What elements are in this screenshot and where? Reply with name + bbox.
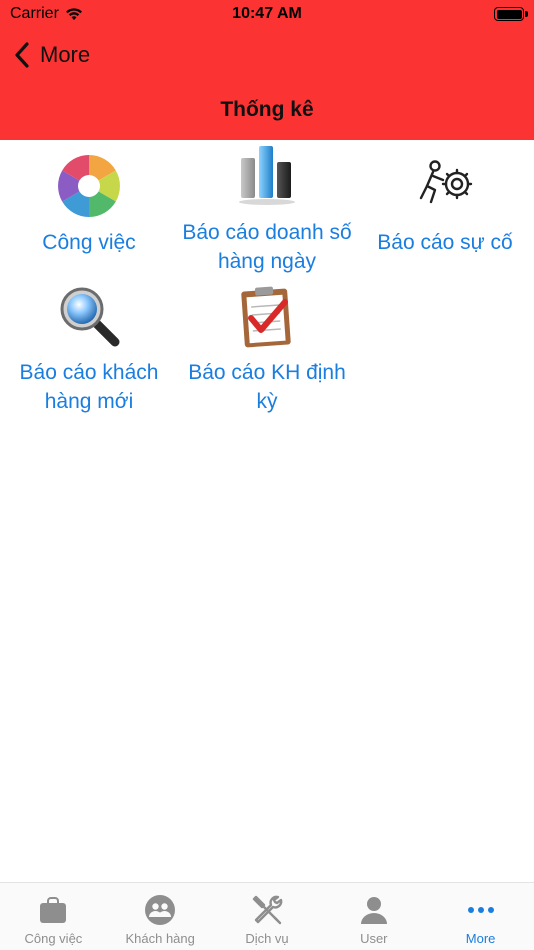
tab-dich-vu[interactable]: Dịch vụ bbox=[214, 883, 321, 950]
grid-item-bao-cao-su-co[interactable]: Báo cáo sự cố bbox=[356, 152, 534, 257]
tab-label: Dịch vụ bbox=[245, 931, 289, 946]
people-icon bbox=[145, 895, 176, 925]
person-gear-icon bbox=[419, 160, 473, 204]
user-icon bbox=[360, 897, 387, 924]
back-button-label: More bbox=[40, 42, 91, 67]
grid-item-label: Báo cáo KH định kỳ bbox=[188, 361, 346, 413]
grid-item-label: Báo cáo doanh số hàng ngày bbox=[182, 221, 352, 273]
tab-label: User bbox=[360, 931, 388, 946]
tab-cong-viec[interactable]: Công việc bbox=[0, 883, 107, 950]
tab-bar: Công việc Khách hàng Dịch vụ User More bbox=[0, 882, 534, 950]
status-time: 10:47 AM bbox=[232, 5, 302, 22]
bar-chart-icon bbox=[239, 146, 295, 205]
page-title: Thống kê bbox=[220, 98, 314, 121]
clipboard-check-icon bbox=[241, 286, 291, 348]
grid-item-bao-cao-khach-hang-moi[interactable]: Báo cáo khách hàng mới bbox=[0, 282, 178, 416]
tab-label: Khách hàng bbox=[125, 931, 195, 946]
grid-item-cong-viec[interactable]: Công việc bbox=[0, 152, 178, 257]
tab-more[interactable]: More bbox=[427, 883, 534, 950]
battery-icon bbox=[494, 7, 528, 21]
tab-label: Công việc bbox=[24, 931, 83, 946]
status-bar: Carrier 10:47 AM bbox=[0, 0, 534, 28]
grid-item-label: Công việc bbox=[42, 231, 136, 254]
back-button[interactable]: More bbox=[14, 38, 90, 72]
tab-khach-hang[interactable]: Khách hàng bbox=[107, 883, 214, 950]
grid-item-bao-cao-kh-dinh-ky[interactable]: Báo cáo KH định kỳ bbox=[178, 282, 356, 416]
nav-header: Carrier 10:47 AM More Thống kê bbox=[0, 0, 534, 140]
tools-icon bbox=[252, 895, 283, 925]
tab-label: More bbox=[465, 931, 496, 946]
grid-item-label: Báo cáo khách hàng mới bbox=[19, 361, 159, 413]
grid-item-label: Báo cáo sự cố bbox=[377, 231, 513, 254]
chevron-left-icon bbox=[15, 42, 29, 68]
color-wheel-icon bbox=[58, 155, 120, 217]
magnifier-icon bbox=[60, 287, 120, 347]
bag-icon bbox=[40, 897, 67, 923]
more-dots-icon bbox=[467, 907, 494, 913]
grid-item-bao-cao-doanh-so[interactable]: Báo cáo doanh số hàng ngày bbox=[178, 142, 356, 276]
tab-user[interactable]: User bbox=[320, 883, 427, 950]
